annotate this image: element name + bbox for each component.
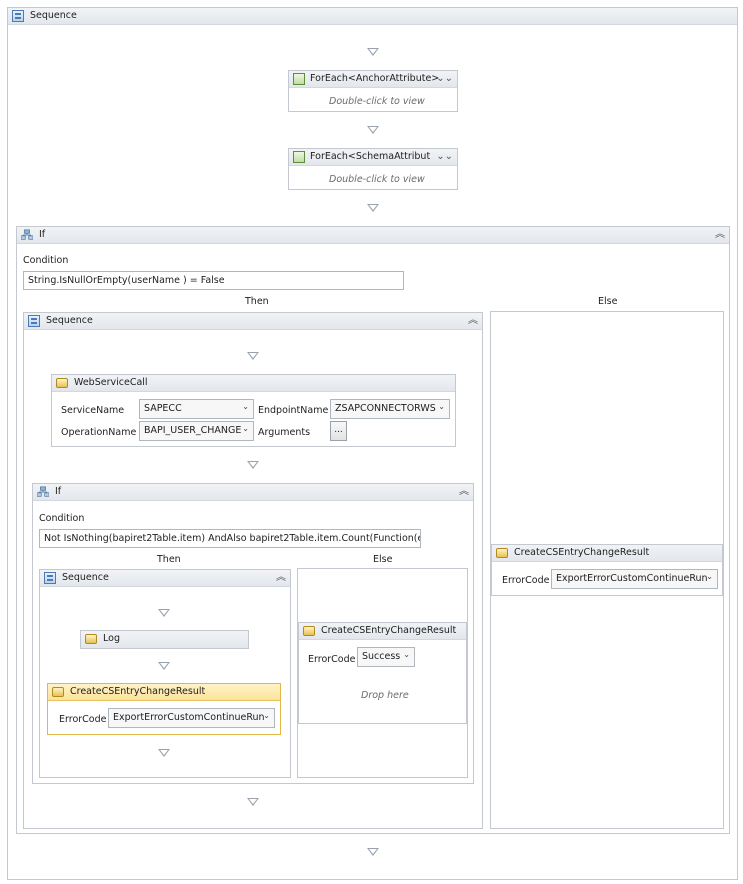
chevron-down-icon: ⌄ <box>242 402 249 411</box>
cscr-inner-then-header[interactable]: CreateCSEntryChangeResult <box>48 684 280 701</box>
chevron-down-icon: ⌄ <box>403 650 410 659</box>
cscr-outer-else-error-dropdown[interactable]: ExportErrorCustomContinueRun ⌄ <box>551 569 718 589</box>
expand-icon[interactable]: ⌄⌄ <box>436 72 453 86</box>
if-icon <box>21 229 33 240</box>
log-title: Log <box>103 633 120 644</box>
inner-sequence-title: Sequence <box>62 572 109 583</box>
cscr-inner-else-error-dropdown[interactable]: Success ⌄ <box>357 647 415 667</box>
sequence-icon <box>12 10 24 22</box>
webservicecall-title: WebServiceCall <box>74 377 148 388</box>
activity-icon <box>303 626 315 636</box>
inner-sequence-activity[interactable]: Sequence ︽ <box>39 569 291 778</box>
cscr-inner-then-error-value: ExportErrorCustomContinueRun <box>113 712 265 723</box>
cscr-inner-then-title: CreateCSEntryChangeResult <box>70 686 206 697</box>
if-icon <box>37 486 49 497</box>
if-inner-then-label: Then <box>157 554 181 565</box>
sequence-icon <box>28 315 40 327</box>
chevron-down-icon: ⌄ <box>263 711 270 720</box>
webservicecall-header[interactable]: WebServiceCall <box>52 375 455 392</box>
if-outer-condition-label: Condition <box>23 255 69 266</box>
if-inner-header[interactable]: If ︽ <box>33 484 473 501</box>
then-sequence-title: Sequence <box>46 315 93 326</box>
collapse-icon[interactable]: ︽ <box>459 485 469 499</box>
cscr-inner-then-error-label: ErrorCode <box>59 714 107 725</box>
cscr-inner-else-activity[interactable]: CreateCSEntryChangeResult ErrorCode Succ… <box>298 622 467 724</box>
if-outer-condition-input[interactable]: String.IsNullOrEmpty(userName ) = False <box>23 271 404 290</box>
inner-sequence-header[interactable]: Sequence ︽ <box>40 570 290 587</box>
foreach-schema-hint: Double-click to view <box>329 174 425 185</box>
drop-arrow-icon[interactable] <box>367 126 379 134</box>
endpoint-name-dropdown[interactable]: ZSAPCONNECTORWS ⌄ <box>330 399 450 419</box>
foreach-icon <box>293 73 305 85</box>
log-activity[interactable]: Log <box>80 630 249 649</box>
cscr-outer-else-header[interactable]: CreateCSEntryChangeResult <box>492 545 722 562</box>
foreach-schema-title: ForEach<SchemaAttribute> <box>310 151 430 162</box>
drop-arrow-icon[interactable] <box>367 48 379 56</box>
foreach-anchor-hint: Double-click to view <box>329 96 425 107</box>
drop-arrow-icon[interactable] <box>247 798 259 806</box>
if-outer-title: If <box>39 229 46 240</box>
if-inner-title: If <box>55 486 62 497</box>
cscr-inner-else-error-label: ErrorCode <box>308 654 356 665</box>
operation-name-value: BAPI_USER_CHANGE <box>144 425 242 436</box>
drop-here-hint[interactable]: Drop here <box>361 690 409 701</box>
sequence-icon <box>44 572 56 584</box>
service-name-label: ServiceName <box>61 405 125 416</box>
foreach-anchor-activity[interactable]: ForEach<AnchorAttribute> ⌄⌄ Double-click… <box>288 70 458 112</box>
then-sequence-header[interactable]: Sequence ︽ <box>24 313 482 330</box>
drop-arrow-icon[interactable] <box>158 609 170 617</box>
if-outer-header[interactable]: If ︽ <box>17 227 729 244</box>
drop-arrow-icon[interactable] <box>367 848 379 856</box>
arguments-button[interactable]: ... <box>330 421 347 441</box>
foreach-anchor-title: ForEach<AnchorAttribute> <box>310 73 440 84</box>
cscr-inner-then-error-dropdown[interactable]: ExportErrorCustomContinueRun ⌄ <box>108 708 275 728</box>
activity-icon <box>496 548 508 558</box>
collapse-icon[interactable]: ︽ <box>468 314 478 328</box>
cscr-inner-then-activity[interactable]: CreateCSEntryChangeResult ErrorCode Expo… <box>47 683 281 735</box>
arguments-label: Arguments <box>258 427 311 438</box>
cscr-outer-else-error-value: ExportErrorCustomContinueRun <box>556 573 708 584</box>
cscr-outer-else-activity[interactable]: CreateCSEntryChangeResult ErrorCode Expo… <box>491 544 723 596</box>
cscr-inner-else-title: CreateCSEntryChangeResult <box>321 625 457 636</box>
chevron-down-icon: ⌄ <box>242 424 249 433</box>
if-outer-then-label: Then <box>245 296 269 307</box>
drop-arrow-icon[interactable] <box>247 352 259 360</box>
foreach-icon <box>293 151 305 163</box>
activity-icon <box>52 687 64 697</box>
cscr-outer-else-error-label: ErrorCode <box>502 575 550 586</box>
collapse-icon[interactable]: ︽ <box>715 228 725 242</box>
collapse-icon[interactable]: ︽ <box>276 571 286 585</box>
log-header[interactable]: Log <box>81 631 248 648</box>
operation-name-label: OperationName <box>61 427 137 438</box>
drop-arrow-icon[interactable] <box>158 662 170 670</box>
if-inner-else-label: Else <box>373 554 393 565</box>
drop-arrow-icon[interactable] <box>158 749 170 757</box>
foreach-anchor-header[interactable]: ForEach<AnchorAttribute> ⌄⌄ <box>289 71 457 88</box>
service-name-value: SAPECC <box>144 403 182 414</box>
if-outer-else-label: Else <box>598 296 618 307</box>
endpoint-name-value: ZSAPCONNECTORWS <box>335 403 436 414</box>
service-name-dropdown[interactable]: SAPECC ⌄ <box>139 399 254 419</box>
activity-icon <box>56 378 68 388</box>
cscr-inner-else-header[interactable]: CreateCSEntryChangeResult <box>299 623 466 640</box>
cscr-outer-else-title: CreateCSEntryChangeResult <box>514 547 650 558</box>
cscr-inner-else-error-value: Success <box>362 651 401 662</box>
if-inner-condition-label: Condition <box>39 513 85 524</box>
activity-icon <box>85 634 97 644</box>
drop-arrow-icon[interactable] <box>247 461 259 469</box>
root-sequence-header[interactable]: Sequence <box>8 8 737 25</box>
expand-icon[interactable]: ⌄⌄ <box>436 150 453 164</box>
foreach-schema-header[interactable]: ForEach<SchemaAttribute> ⌄⌄ <box>289 149 457 166</box>
if-inner-condition-input[interactable]: Not IsNothing(bapiret2Table.item) AndAls… <box>39 529 421 548</box>
webservicecall-activity[interactable]: WebServiceCall ServiceName SAPECC ⌄ Endp… <box>51 374 456 447</box>
chevron-down-icon: ⌄ <box>438 402 445 411</box>
operation-name-dropdown[interactable]: BAPI_USER_CHANGE ⌄ <box>139 421 254 441</box>
root-sequence-title: Sequence <box>30 10 77 21</box>
foreach-schema-activity[interactable]: ForEach<SchemaAttribute> ⌄⌄ Double-click… <box>288 148 458 190</box>
chevron-down-icon: ⌄ <box>706 572 713 581</box>
endpoint-name-label: EndpointName <box>258 405 329 416</box>
drop-arrow-icon[interactable] <box>367 204 379 212</box>
